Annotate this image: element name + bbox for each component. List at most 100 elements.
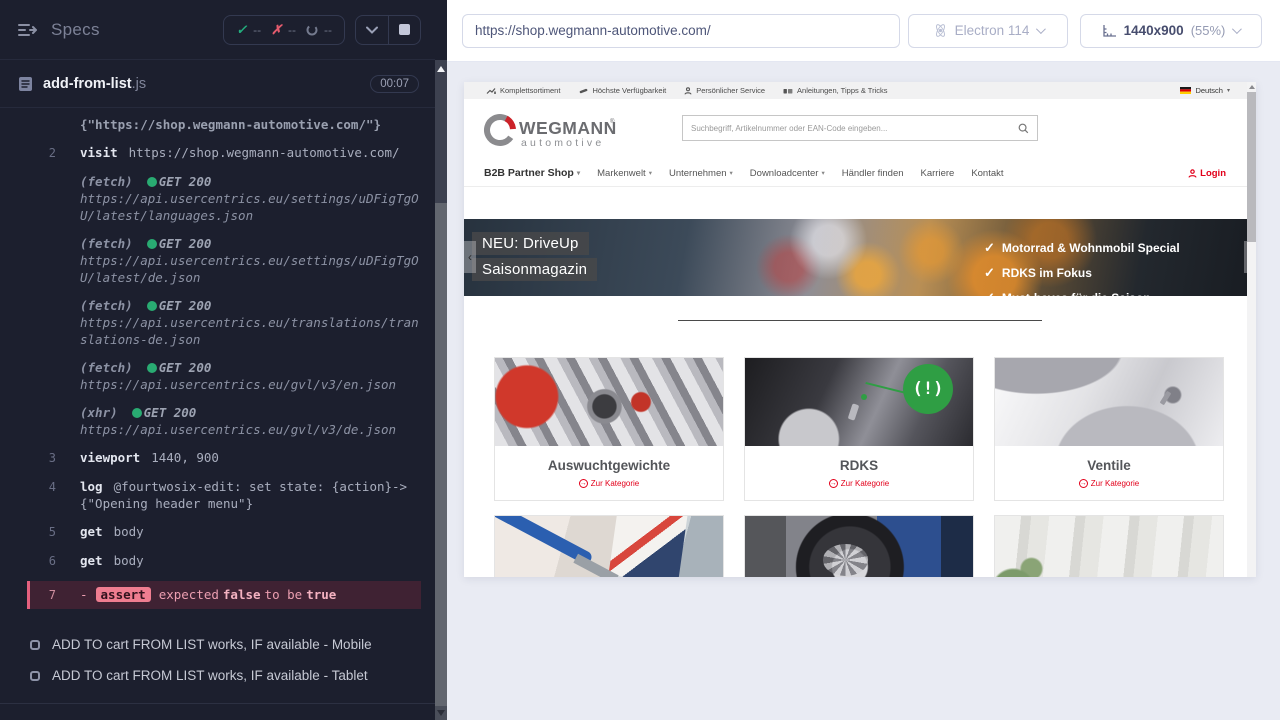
- category-image-rdks: (!): [745, 358, 973, 446]
- wegmann-logo[interactable]: WEGMANN ® automotive: [482, 110, 617, 155]
- stop-run-button[interactable]: [388, 16, 420, 44]
- command-get[interactable]: 6 getbody: [30, 552, 421, 570]
- trend-up-icon: [486, 87, 496, 95]
- electron-icon: [933, 23, 948, 38]
- category-card-rdks[interactable]: (!) RDKS → Zur Kategorie: [744, 357, 974, 501]
- request-status: GET 200: [159, 298, 212, 313]
- url-input[interactable]: [462, 14, 900, 48]
- category-card-unternehmen[interactable]: [994, 515, 1224, 577]
- request-url: https://api.usercentrics.eu/settings/uDF…: [80, 252, 421, 286]
- caret-down-icon: ▾: [649, 169, 652, 177]
- command-log-message[interactable]: 4 log@fourtwosix-edit: set state: {actio…: [30, 478, 421, 512]
- shop-search-bar: [682, 115, 1038, 141]
- command-args: body: [114, 553, 144, 568]
- test-item[interactable]: ADD TO cart FROM LIST works, IF availabl…: [30, 629, 419, 660]
- specs-title: Specs: [51, 20, 100, 40]
- command-args: @fourtwosix-edit: set state: {action}-> …: [80, 479, 407, 511]
- login-button[interactable]: Login: [1188, 168, 1226, 179]
- chevron-left-icon: ‹: [468, 250, 472, 264]
- spec-name: add-from-list: [43, 76, 132, 92]
- network-log-entry[interactable]: (fetch)GET 200 https://api.usercentrics.…: [30, 173, 421, 224]
- runner-header-buttons: [355, 15, 421, 45]
- category-cards-row: Auswuchtgewichte → Zur Kategorie (!): [464, 357, 1256, 501]
- tips-icon: [783, 87, 793, 95]
- category-link[interactable]: → Zur Kategorie: [495, 479, 723, 488]
- command-args: 1440, 900: [151, 450, 219, 465]
- pending-count: --: [324, 23, 332, 37]
- svg-text:automotive: automotive: [521, 137, 604, 149]
- nav-markenwelt[interactable]: Markenwelt▾: [597, 168, 652, 179]
- collapse-panel-button[interactable]: [356, 16, 388, 44]
- nav-haendler-finden[interactable]: Händler finden: [842, 168, 904, 179]
- passed-count: --: [253, 23, 261, 37]
- category-card-auswuchtgewichte[interactable]: Auswuchtgewichte → Zur Kategorie: [494, 357, 724, 501]
- category-image-tools: [495, 516, 723, 577]
- scrollbar-thumb[interactable]: [435, 203, 447, 706]
- nav-karriere[interactable]: Karriere: [921, 168, 955, 179]
- scroll-up-arrow-icon[interactable]: [437, 66, 445, 72]
- request-type: (xhr): [80, 405, 118, 420]
- nav-unternehmen[interactable]: Unternehmen▾: [669, 168, 733, 179]
- category-image-valves: [995, 358, 1223, 446]
- command-name: viewport: [80, 450, 140, 465]
- carousel-prev-button[interactable]: ‹: [464, 241, 476, 273]
- request-url: https://api.usercentrics.eu/translations…: [80, 314, 421, 348]
- failed-assert-row[interactable]: 7 -assertexpectedfalseto betrue: [27, 581, 421, 609]
- stat-passed: ✓ --: [236, 22, 261, 38]
- search-input[interactable]: [691, 124, 1018, 133]
- network-log-entry[interactable]: (xhr)GET 200 https://api.usercentrics.eu…: [30, 404, 421, 438]
- category-card-ventile[interactable]: Ventile → Zur Kategorie: [994, 357, 1224, 501]
- person-icon: [684, 87, 692, 95]
- language-select[interactable]: Deutsch ▾: [1180, 86, 1230, 95]
- category-card-tools[interactable]: [494, 515, 724, 577]
- viewport-size-select[interactable]: 1440x900 (55%): [1080, 14, 1262, 48]
- usp-item: Komplettsortiment: [486, 86, 560, 95]
- category-title: Ventile: [995, 458, 1223, 473]
- log-json-continuation[interactable]: {"https://shop.wegmann-automotive.com/"}: [30, 116, 421, 133]
- banner-title-line1: NEU: DriveUp: [472, 232, 589, 255]
- chevron-down-icon: [366, 26, 378, 34]
- category-link[interactable]: → Zur Kategorie: [745, 479, 973, 488]
- browser-label: Electron 114: [955, 23, 1030, 38]
- scroll-up-arrow-icon[interactable]: [1249, 85, 1255, 89]
- app-root: Specs ✓ -- ✗ -- --: [0, 0, 1280, 720]
- page-scrollbar[interactable]: [1247, 82, 1256, 577]
- category-image-wheel-weights: [495, 358, 723, 446]
- command-visit[interactable]: 2 visithttps://shop.wegmann-automotive.c…: [30, 144, 421, 162]
- category-image-wheel-service: [745, 516, 973, 577]
- runner-scrollbar[interactable]: [435, 60, 447, 720]
- spec-duration-badge: 00:07: [370, 75, 419, 93]
- spec-file-row[interactable]: add-from-list .js 00:07: [0, 60, 435, 108]
- scroll-down-arrow-icon[interactable]: [437, 710, 445, 716]
- x-icon: ✗: [271, 22, 282, 38]
- test-item[interactable]: ADD TO cart FROM LIST works, IF availabl…: [30, 660, 419, 691]
- category-image-factory-aerial: [995, 516, 1223, 577]
- nav-b2b-partner-shop[interactable]: B2B Partner Shop▾: [484, 167, 580, 179]
- tests-divider: [0, 703, 435, 704]
- svg-text:WEGMANN: WEGMANN: [519, 118, 617, 138]
- command-get[interactable]: 5 getbody: [30, 523, 421, 541]
- runner-header: Specs ✓ -- ✗ -- --: [0, 0, 435, 60]
- nav-downloadcenter[interactable]: Downloadcenter▾: [750, 168, 825, 179]
- category-link[interactable]: → Zur Kategorie: [995, 479, 1223, 488]
- usp-item: Anleitungen, Tipps & Tricks: [783, 86, 887, 95]
- failed-count: --: [288, 23, 296, 37]
- sidebar-expand-icon[interactable]: [18, 23, 37, 37]
- command-args: https://shop.wegmann-automotive.com/: [129, 145, 400, 160]
- command-args: body: [114, 524, 144, 539]
- network-log-entry[interactable]: (fetch)GET 200 https://api.usercentrics.…: [30, 359, 421, 393]
- network-log-entry[interactable]: (fetch)GET 200 https://api.usercentrics.…: [30, 297, 421, 348]
- search-icon[interactable]: [1018, 123, 1029, 134]
- category-card-montage[interactable]: [744, 515, 974, 577]
- request-status: GET 200: [159, 360, 212, 375]
- caret-down-icon: ▾: [730, 169, 733, 177]
- nav-kontakt[interactable]: Kontakt: [971, 168, 1003, 179]
- status-ok-dot: [147, 363, 157, 373]
- hero-carousel[interactable]: NEU: DriveUp Saisonmagazin ✓Motorrad & W…: [464, 219, 1256, 296]
- network-log-entry[interactable]: (fetch)GET 200 https://api.usercentrics.…: [30, 235, 421, 286]
- test-runner-panel: Specs ✓ -- ✗ -- --: [0, 0, 447, 720]
- category-title: RDKS: [745, 458, 973, 473]
- browser-select[interactable]: Electron 114: [908, 14, 1068, 48]
- scrollbar-thumb[interactable]: [1247, 92, 1256, 242]
- command-viewport[interactable]: 3 viewport1440, 900: [30, 449, 421, 467]
